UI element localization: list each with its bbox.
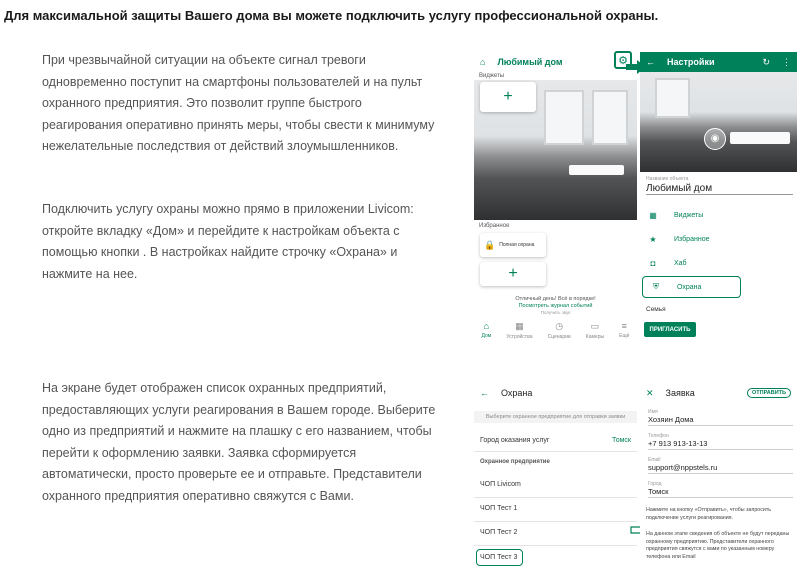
bottom-tabbar: ⌂ Дом ▦ Устройства ◷ Сценарии ▭ Камеры ≡ Ещё (474, 316, 637, 344)
request-note-info: На данном этапе сведения об объекте не б… (646, 531, 790, 560)
shield-icon: ⛨ (653, 282, 659, 291)
widgets-label: Виджеты (479, 73, 505, 79)
page-heading: Для максимальной защиты Вашего дома вы м… (4, 8, 659, 23)
devices-icon: ▦ (515, 320, 524, 331)
city-value: Томск (612, 437, 631, 444)
tab-devices[interactable]: ▦ Устройства (506, 321, 532, 340)
close-icon[interactable]: ✕ (646, 388, 654, 399)
home-screen: ⌂ Любимый дом Виджеты + Избранное 🔒 Полн… (474, 52, 637, 344)
favorites-label: Избранное (479, 223, 510, 229)
settings-item-hub[interactable]: ◘ Хаб (640, 252, 797, 274)
family-label: Семья (646, 306, 666, 313)
company-item-selected[interactable]: ЧОП Тест 3 (476, 549, 523, 566)
event-log-link[interactable]: Посмотреть журнал событий (474, 303, 637, 309)
request-topbar: ✕ Заявка ОТПРАВИТЬ (640, 381, 797, 405)
status-line: Отличный день! Всё в порядке! (515, 296, 596, 302)
city-input[interactable]: Томск (648, 487, 793, 498)
security-hint: Выберите охранное предприятие для отправ… (474, 411, 637, 423)
tab-more[interactable]: ≡ Ещё (619, 321, 629, 339)
city-row[interactable]: Город оказания услуг Томск (480, 437, 631, 444)
paragraph-connect: Подключить услугу охраны можно прямо в п… (42, 202, 414, 281)
security-title: Охрана (501, 388, 533, 398)
send-button[interactable]: ОТПРАВИТЬ (747, 388, 791, 398)
fav-card-full-security[interactable]: 🔒 Полная охрана (480, 233, 546, 257)
settings-topbar: ← Настройки ↻ ⋮ (640, 52, 797, 72)
camera-change-button[interactable]: ◉ (704, 128, 726, 150)
paragraph-alarm: При чрезвычайной ситуации на объекте сиг… (42, 53, 435, 153)
hub-icon: ◘ (650, 258, 656, 268)
star-icon: ★ (649, 234, 657, 244)
back-arrow-icon[interactable]: ← (646, 57, 655, 67)
paragraph-list: На экране будет отображен список охранны… (42, 381, 436, 503)
settings-title: Настройки (667, 57, 715, 67)
refresh-icon[interactable]: ↻ (762, 57, 770, 68)
back-arrow-icon[interactable]: ← (480, 388, 489, 398)
home-icon[interactable]: ⌂ (480, 57, 485, 67)
lock-icon: 🔒 (484, 239, 496, 250)
more-vert-icon[interactable]: ⋮ (782, 57, 791, 68)
grid-icon: ▦ (649, 210, 657, 220)
tab-cameras[interactable]: ▭ Камеры (586, 321, 604, 340)
object-name-input[interactable]: Любимый дом (646, 183, 793, 195)
home-title: Любимый дом (497, 57, 563, 67)
email-input[interactable]: support@nppstels.ru (648, 463, 793, 474)
home-tab-icon: ⌂ (483, 321, 490, 331)
settings-item-favorites[interactable]: ★ Избранное (640, 228, 797, 250)
company-item[interactable]: ЧОП Тест 2 (480, 529, 631, 536)
company-item[interactable]: ЧОП Livicom (480, 481, 631, 488)
settings-screen: ← Настройки ↻ ⋮ ◉ Название объекта Любим… (640, 52, 797, 344)
add-favorite-button[interactable]: + (480, 262, 546, 286)
menu-icon: ≡ (621, 321, 627, 331)
object-name-label: Название объекта (646, 176, 689, 182)
name-input[interactable]: Хозяин Дома (648, 415, 793, 426)
clock-icon: ◷ (555, 320, 564, 331)
tab-scenarios[interactable]: ◷ Сценарии (548, 321, 571, 340)
camera-icon: ▭ (590, 320, 600, 331)
settings-item-widgets[interactable]: ▦ Виджеты (640, 204, 797, 226)
fav-card-label: Полная охрана (499, 242, 535, 248)
settings-item-security[interactable]: ⛨ Охрана (642, 276, 741, 298)
security-topbar: ← Охрана (474, 381, 637, 405)
request-screen: ✕ Заявка ОТПРАВИТЬ Имя Хозяин Дома Телеф… (640, 381, 797, 582)
status-subline: Получить звук (540, 310, 571, 315)
add-widget-button[interactable]: + (480, 82, 536, 112)
request-title: Заявка (665, 388, 695, 398)
invite-button[interactable]: ПРИГЛАСИТЬ (644, 322, 696, 337)
tab-home[interactable]: ⌂ Дом (482, 321, 492, 339)
home-topbar: ⌂ Любимый дом (474, 52, 637, 72)
company-section-label: Охранное предприятие (480, 459, 550, 465)
security-screen: ← Охрана Выберите охранное предприятие д… (474, 381, 637, 582)
settings-room-photo: ◉ (640, 72, 797, 172)
company-item[interactable]: ЧОП Тест 1 (480, 505, 631, 512)
request-note-send: Нажмите на кнопку «Отправить», чтобы зап… (646, 507, 772, 521)
phone-input[interactable]: +7 913 913-13-13 (648, 439, 793, 450)
